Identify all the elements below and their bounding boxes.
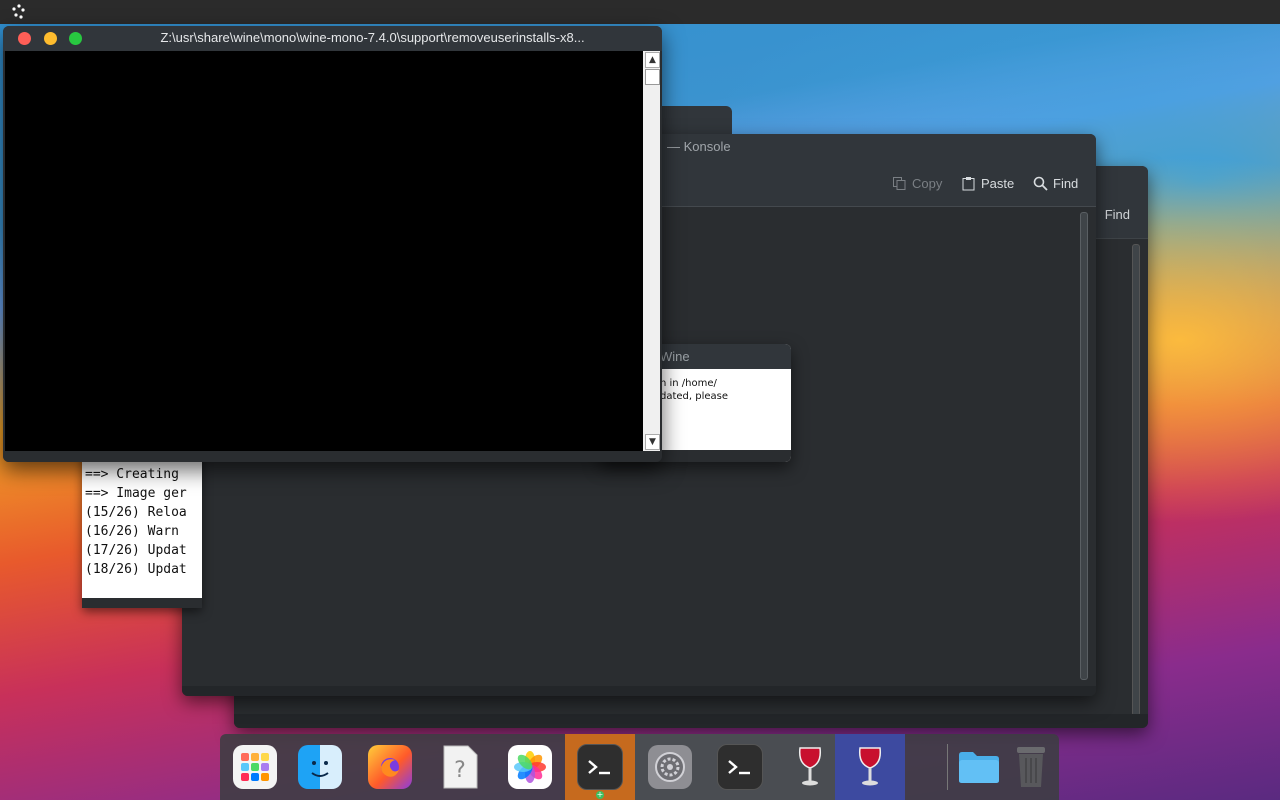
window-title: Z:\usr\share\wine\mono\wine-mono-7.4.0\s… [160,30,585,45]
photos-icon [508,745,552,789]
paste-label: Paste [981,175,1015,191]
find-button[interactable]: Find [1033,173,1078,193]
search-icon [1033,176,1048,191]
firefox-icon [368,745,412,789]
new-instance-badge-icon: + [596,790,604,799]
wine-icon [848,745,892,789]
find-label: Find [1053,175,1079,191]
trash-icon [1009,745,1053,789]
window-bottom-edge [82,598,202,608]
dock-item-trash[interactable] [996,734,1066,800]
svg-text:?: ? [454,758,466,783]
dialog-message-line: dated, please [660,391,729,402]
vertical-scrollbar[interactable]: ▲ ▼ [643,51,660,451]
app-launcher-icon[interactable] [10,3,28,21]
terminal-icon [717,744,763,790]
launchpad-icon [233,745,277,789]
terminal-line: (15/26) Reloa [85,505,187,520]
dock-item-finder[interactable] [285,734,355,800]
copy-label: Copy [912,175,943,191]
terminal-line: ==> Creating [85,467,179,482]
window-titlebar[interactable]: Z:\usr\share\wine\mono\wine-mono-7.4.0\s… [3,26,662,51]
find-button[interactable]: Find [1105,207,1130,222]
terminal-line: (18/26) Updat [85,562,187,577]
dock-item-firefox[interactable] [355,734,425,800]
finder-icon [298,745,342,789]
terminal-output-window: ==> Creating ==> Image ger (15/26) Reloa (1… [82,446,202,608]
scroll-down-arrow-icon[interactable]: ▼ [645,434,660,450]
scrollbar[interactable] [1132,244,1140,716]
window-title: — Konsole [667,139,731,154]
wine-console-window: Z:\usr\share\wine\mono\wine-mono-7.4.0\s… [3,26,662,462]
paste-button[interactable]: Paste [961,173,1014,193]
top-panel [0,0,1280,24]
dock-item-wine-active[interactable] [835,734,905,800]
terminal-line: (16/26) Warn [85,524,179,539]
scrollbar[interactable] [1080,212,1088,680]
window-bottom-edge [182,686,1096,696]
dock-item-terminal[interactable] [705,734,775,800]
dialog-message: n in /home/ dated, please [660,377,728,403]
dock-item-terminal-active[interactable]: + [565,734,635,800]
dialog-title: Wine [660,349,690,364]
terminal-output: ==> Creating ==> Image ger (15/26) Reloa (1… [85,465,187,579]
dock-item-photos[interactable] [495,734,565,800]
terminal-icon [577,744,623,790]
paste-icon [962,176,975,190]
dock-item-unknown-file[interactable]: ? [425,734,495,800]
copy-button[interactable]: Copy [892,173,942,193]
dock-item-launchpad[interactable] [220,734,290,800]
dock-item-system-settings[interactable] [635,734,705,800]
find-label: Find [1104,207,1130,222]
terminal-line: ==> Image ger [85,486,187,501]
system-settings-icon [648,745,692,789]
copy-icon [893,176,906,190]
scroll-up-arrow-icon[interactable]: ▲ [645,52,660,68]
dock: ? + [220,734,1059,800]
window-bottom-edge [234,714,1148,728]
terminal-line: (17/26) Updat [85,543,187,558]
folder-icon [957,745,1001,789]
console-screen[interactable] [5,51,643,451]
scroll-thumb[interactable] [645,69,660,85]
window-bottom-edge [3,451,662,462]
wine-icon [788,745,832,789]
unknown-file-icon: ? [438,745,482,789]
dialog-message-line: n in /home/ [660,378,717,389]
